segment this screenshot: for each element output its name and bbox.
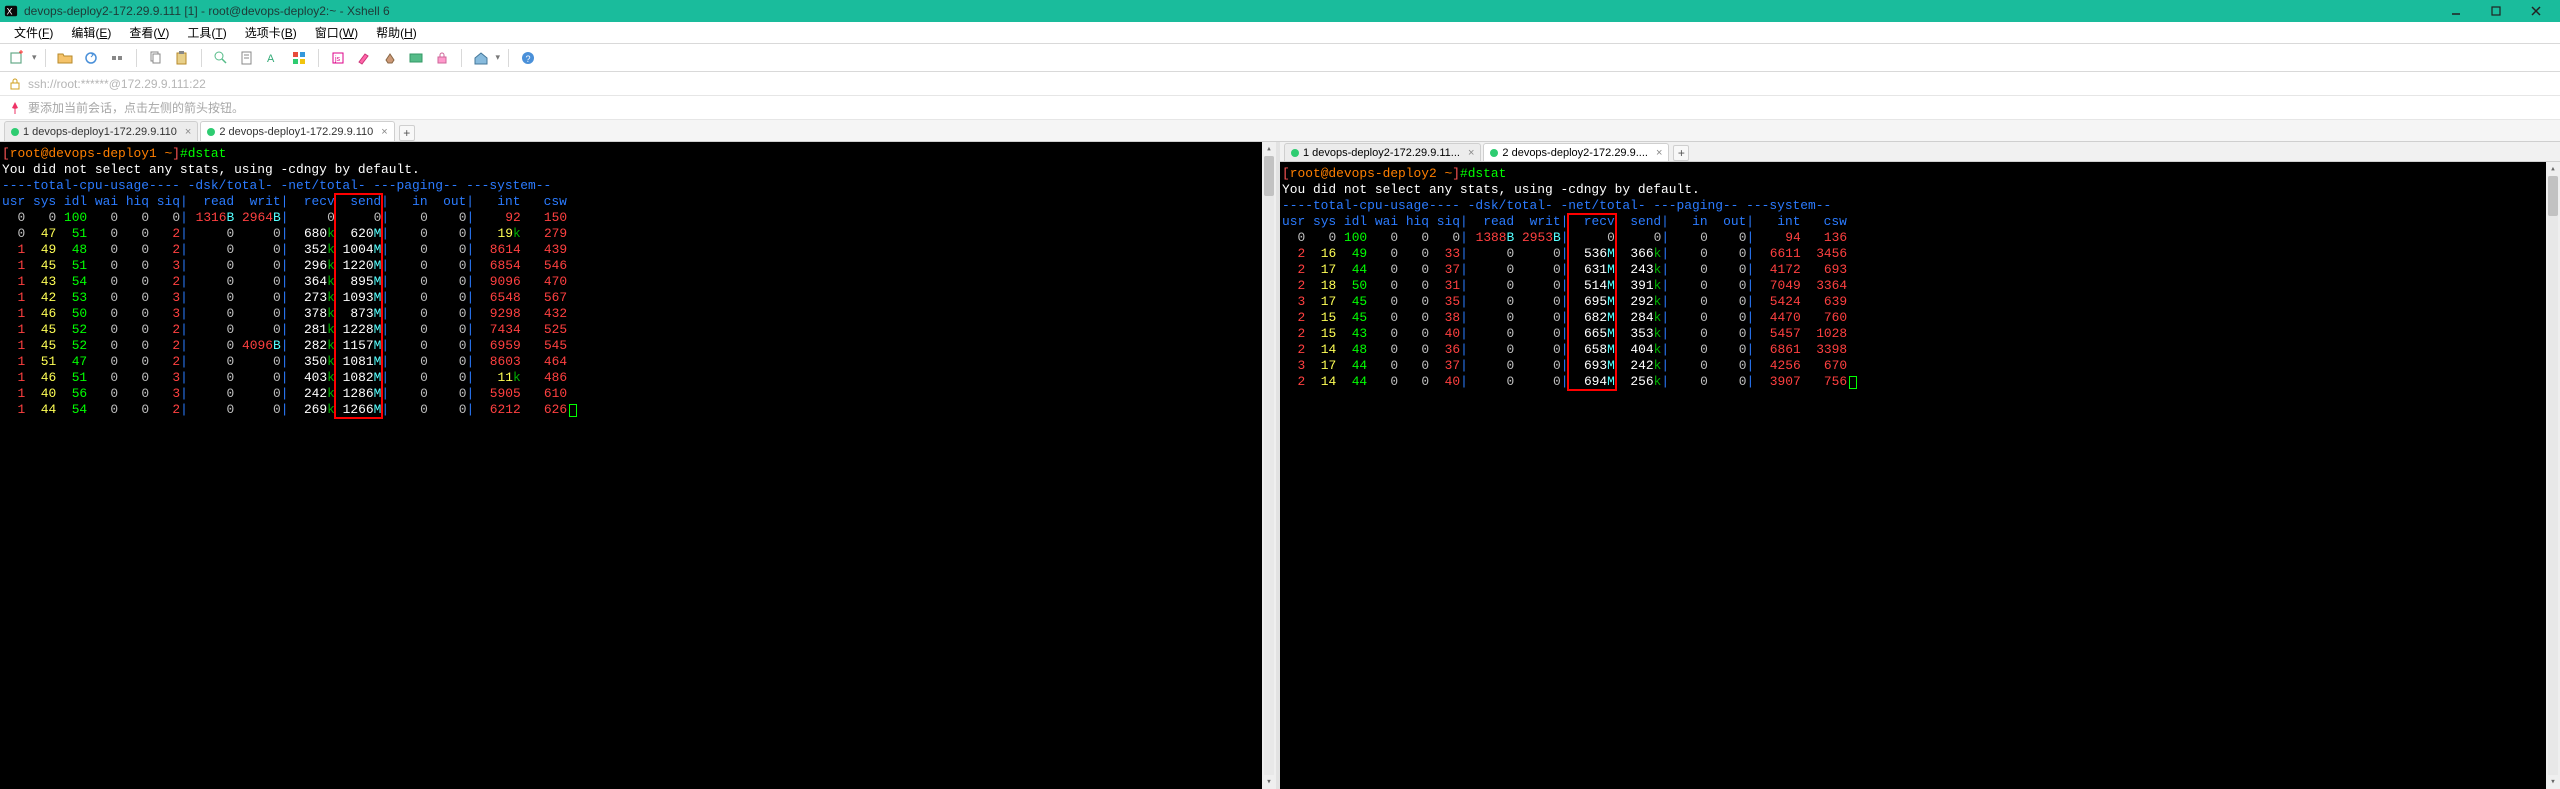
clear-button[interactable]	[379, 47, 401, 69]
script-button[interactable]: js	[327, 47, 349, 69]
window-titlebar: X devops-deploy2-172.29.9.111 [1] - root…	[0, 0, 2560, 22]
menu-item[interactable]: 帮助(H)	[368, 22, 425, 43]
menu-item[interactable]: 编辑(E)	[63, 22, 119, 43]
app-icon: X	[4, 4, 18, 18]
close-icon[interactable]: ×	[185, 126, 191, 138]
properties-button[interactable]	[236, 47, 258, 69]
scrollbar-left[interactable]: ▴ ▾	[1262, 142, 1276, 789]
scrollbar-right[interactable]: ▴ ▾	[2546, 162, 2560, 789]
svg-text:A: A	[267, 53, 275, 65]
reconnect-button[interactable]	[80, 47, 102, 69]
svg-text:?: ?	[526, 54, 531, 64]
scroll-up-icon[interactable]: ▴	[2546, 162, 2560, 176]
right-pane: 1 devops-deploy2-172.29.9.11...×2 devops…	[1280, 142, 2560, 789]
menu-item[interactable]: 窗口(W)	[307, 22, 366, 43]
menu-item[interactable]: 选项卡(B)	[237, 22, 305, 43]
minimize-button[interactable]	[2436, 0, 2476, 22]
terminal-left[interactable]: [root@devops-deploy1 ~]#dstat You did no…	[0, 142, 1276, 789]
status-dot-icon	[1291, 149, 1299, 157]
hint-text: 要添加当前会话，点击左侧的箭头按钮。	[28, 99, 244, 116]
add-pane-tab-button[interactable]: +	[1673, 145, 1689, 161]
scroll-thumb[interactable]	[2548, 176, 2558, 216]
close-icon[interactable]: ×	[1656, 147, 1662, 159]
scroll-down-icon[interactable]: ▾	[2546, 775, 2560, 789]
toolbar: ▾ A js ▾ ?	[0, 44, 2560, 72]
hint-bar: 要添加当前会话，点击左侧的箭头按钮。	[0, 96, 2560, 120]
close-icon[interactable]: ×	[381, 126, 387, 138]
session-tab[interactable]: 1 devops-deploy1-172.29.9.110×	[4, 121, 198, 141]
lock-icon	[8, 77, 22, 91]
open-button[interactable]	[54, 47, 76, 69]
scroll-up-icon[interactable]: ▴	[1262, 142, 1276, 156]
terminal-right[interactable]: [root@devops-deploy2 ~]#dstat You did no…	[1280, 162, 2560, 789]
copy-button[interactable]	[145, 47, 167, 69]
pane-tab[interactable]: 2 devops-deploy2-172.29.9....×	[1483, 143, 1669, 161]
menu-bar: 文件(F)编辑(E)查看(V)工具(T)选项卡(B)窗口(W)帮助(H)	[0, 22, 2560, 44]
paste-button[interactable]	[171, 47, 193, 69]
disconnect-button[interactable]	[106, 47, 128, 69]
main-split: [root@devops-deploy1 ~]#dstat You did no…	[0, 142, 2560, 789]
right-pane-tabstrip: 1 devops-deploy2-172.29.9.11...×2 devops…	[1280, 142, 2560, 162]
xftp-button[interactable]	[405, 47, 427, 69]
close-icon[interactable]: ×	[1468, 147, 1474, 159]
highlight-button[interactable]	[353, 47, 375, 69]
left-pane: [root@devops-deploy1 ~]#dstat You did no…	[0, 142, 1280, 789]
scroll-down-icon[interactable]: ▾	[1262, 775, 1276, 789]
find-button[interactable]	[210, 47, 232, 69]
lock-button[interactable]	[431, 47, 453, 69]
menu-item[interactable]: 查看(V)	[121, 22, 177, 43]
pane-tab[interactable]: 1 devops-deploy2-172.29.9.11...×	[1284, 143, 1481, 161]
font-button[interactable]: A	[262, 47, 284, 69]
add-tab-button[interactable]: +	[399, 125, 415, 141]
color-button[interactable]	[288, 47, 310, 69]
help-button[interactable]: ?	[517, 47, 539, 69]
address-bar: ssh://root:******@172.29.9.111:22	[0, 72, 2560, 96]
window-title: devops-deploy2-172.29.9.111 [1] - root@d…	[24, 4, 390, 18]
new-session-button[interactable]	[6, 47, 28, 69]
maximize-button[interactable]	[2476, 0, 2516, 22]
menu-item[interactable]: 文件(F)	[6, 22, 61, 43]
session-tab[interactable]: 2 devops-deploy1-172.29.9.110×	[200, 121, 394, 141]
pin-icon[interactable]	[8, 101, 22, 115]
status-dot-icon	[207, 128, 215, 136]
home-button[interactable]	[470, 47, 492, 69]
close-button[interactable]	[2516, 0, 2556, 22]
session-tabstrip: 1 devops-deploy1-172.29.9.110×2 devops-d…	[0, 120, 2560, 142]
svg-text:X: X	[7, 7, 13, 17]
address-text[interactable]: ssh://root:******@172.29.9.111:22	[28, 77, 2560, 91]
scroll-thumb[interactable]	[1264, 156, 1274, 196]
menu-item[interactable]: 工具(T)	[179, 22, 234, 43]
status-dot-icon	[1490, 149, 1498, 157]
svg-text:js: js	[334, 56, 341, 63]
status-dot-icon	[11, 128, 19, 136]
